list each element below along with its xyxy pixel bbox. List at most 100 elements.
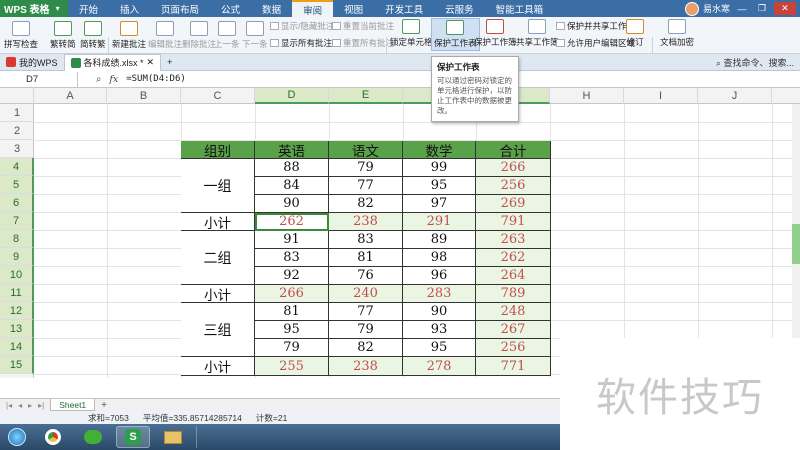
tab-home[interactable]: 开始 xyxy=(68,0,109,17)
protect-and-share-button[interactable]: 保护并共享工作簿 xyxy=(556,20,635,32)
tab-page-layout[interactable]: 页面布局 xyxy=(150,0,210,17)
score-cell[interactable]: 95 xyxy=(255,321,329,339)
score-cell[interactable]: 98 xyxy=(403,249,476,267)
zoom-icon[interactable]: ⌕ xyxy=(96,74,101,85)
minimize-icon[interactable]: — xyxy=(734,2,750,15)
row-header[interactable]: 4 xyxy=(0,158,34,176)
score-cell[interactable]: 82 xyxy=(329,195,403,213)
score-cell[interactable]: 89 xyxy=(403,231,476,249)
row-total-cell[interactable]: 264 xyxy=(476,267,551,285)
row-total-cell[interactable]: 256 xyxy=(476,339,551,357)
score-cell[interactable]: 93 xyxy=(403,321,476,339)
select-all-corner[interactable] xyxy=(0,88,34,104)
taskbar-wps-spreadsheet[interactable]: S xyxy=(116,426,150,448)
score-cell[interactable]: 83 xyxy=(255,249,329,267)
score-cell[interactable]: 79 xyxy=(329,321,403,339)
score-cell[interactable]: 84 xyxy=(255,177,329,195)
edit-comment-button[interactable]: 编辑批注 xyxy=(148,21,182,50)
name-box[interactable]: D7 xyxy=(0,71,78,87)
new-comment-button[interactable]: 新建批注 xyxy=(112,21,146,50)
subtotal-cell[interactable]: 238 xyxy=(329,213,403,231)
doc-encrypt-button[interactable]: 文档加密 xyxy=(660,19,694,48)
score-cell[interactable]: 83 xyxy=(329,231,403,249)
worksheet[interactable]: 组别 英语 语文 数学 合计 一组 88 79 99 266 84 77 95 … xyxy=(34,104,800,378)
subtotal-cell[interactable]: 291 xyxy=(403,213,476,231)
delete-comment-button[interactable]: 删除批注 xyxy=(182,21,216,50)
score-cell[interactable]: 95 xyxy=(403,177,476,195)
header-total[interactable]: 合计 xyxy=(476,141,551,160)
subtotal-cell[interactable]: 789 xyxy=(476,285,551,303)
subtotal-label[interactable]: 小计 xyxy=(181,213,255,232)
score-cell[interactable]: 95 xyxy=(403,339,476,357)
row-header[interactable]: 14 xyxy=(0,338,34,356)
sheet-tab-sheet1[interactable]: Sheet1 xyxy=(50,399,96,411)
track-changes-button[interactable]: 修订 xyxy=(626,19,644,48)
row-header[interactable]: 10 xyxy=(0,266,34,284)
column-header-c[interactable]: C xyxy=(181,88,255,104)
group-name-cell[interactable]: 二组 xyxy=(181,231,255,285)
show-hide-comment-button[interactable]: 显示/隐藏批注 xyxy=(270,20,334,32)
subtotal-cell[interactable]: 238 xyxy=(329,357,403,376)
row-header[interactable]: 12 xyxy=(0,302,34,320)
user-name[interactable]: 易水寒 xyxy=(703,2,730,15)
scrollbar-thumb[interactable] xyxy=(792,224,800,264)
subtotal-cell[interactable]: 771 xyxy=(476,357,551,376)
prev-sheet-icon[interactable]: ◂ xyxy=(18,401,22,410)
fx-icon[interactable]: fx xyxy=(109,74,118,85)
score-cell[interactable]: 96 xyxy=(403,267,476,285)
subtotal-cell[interactable]: 791 xyxy=(476,213,551,231)
column-header-a[interactable]: A xyxy=(34,88,107,104)
doc-tab-home[interactable]: 我的WPS xyxy=(0,54,64,71)
tab-insert[interactable]: 插入 xyxy=(109,0,150,17)
score-cell[interactable]: 77 xyxy=(329,303,403,321)
row-header[interactable]: 9 xyxy=(0,248,34,266)
close-tab-icon[interactable]: ✕ xyxy=(147,57,155,68)
maximize-icon[interactable]: ❐ xyxy=(754,2,770,15)
taskbar-file-explorer[interactable] xyxy=(156,426,190,448)
header-group[interactable]: 组别 xyxy=(181,141,255,160)
taskbar-chrome[interactable] xyxy=(36,426,70,448)
group-name-cell[interactable]: 三组 xyxy=(181,303,255,357)
avatar[interactable] xyxy=(684,1,699,16)
doc-tab-file[interactable]: 各科成绩.xlsx * ✕ xyxy=(63,53,162,71)
next-comment-button[interactable]: 下一条 xyxy=(242,21,268,50)
score-cell[interactable]: 81 xyxy=(329,249,403,267)
subtotal-cell[interactable]: 255 xyxy=(255,357,329,376)
score-cell[interactable]: 81 xyxy=(255,303,329,321)
row-header[interactable]: 3 xyxy=(0,140,34,158)
close-icon[interactable]: ✕ xyxy=(774,2,796,15)
score-cell[interactable]: 91 xyxy=(255,231,329,249)
lock-cell-button[interactable]: 锁定单元格 xyxy=(390,19,433,48)
column-header-d[interactable]: D xyxy=(255,88,329,104)
spell-check-button[interactable]: 拼写检查 xyxy=(4,21,38,50)
header-english[interactable]: 英语 xyxy=(255,141,329,160)
score-cell[interactable]: 97 xyxy=(403,195,476,213)
row-header[interactable]: 15 xyxy=(0,356,34,374)
first-sheet-icon[interactable]: |◂ xyxy=(6,401,12,410)
formula-input[interactable]: =SUM(D4:D6) xyxy=(126,74,186,84)
subtotal-cell[interactable]: 266 xyxy=(255,285,329,303)
command-search[interactable]: ⌕ 查找命令、搜索... xyxy=(716,56,800,69)
row-total-cell[interactable]: 256 xyxy=(476,177,551,195)
row-total-cell[interactable]: 267 xyxy=(476,321,551,339)
score-cell[interactable]: 76 xyxy=(329,267,403,285)
protect-workbook-button[interactable]: 保护工作簿 xyxy=(474,19,517,48)
score-cell[interactable]: 88 xyxy=(255,159,329,177)
start-button[interactable] xyxy=(4,426,30,448)
tab-data[interactable]: 数据 xyxy=(251,0,292,17)
score-cell[interactable]: 90 xyxy=(255,195,329,213)
row-header[interactable]: 5 xyxy=(0,176,34,194)
header-math[interactable]: 数学 xyxy=(403,141,476,160)
prev-comment-button[interactable]: 上一条 xyxy=(214,21,240,50)
row-total-cell[interactable]: 263 xyxy=(476,231,551,249)
subtotal-cell-active[interactable]: 262 xyxy=(255,213,329,231)
group-name-cell[interactable]: 一组 xyxy=(181,159,255,213)
row-header[interactable]: 7 xyxy=(0,212,34,230)
subtotal-cell[interactable]: 283 xyxy=(403,285,476,303)
add-sheet-button[interactable]: + xyxy=(101,400,107,411)
score-cell[interactable]: 77 xyxy=(329,177,403,195)
row-header[interactable]: 6 xyxy=(0,194,34,212)
last-sheet-icon[interactable]: ▸| xyxy=(38,401,44,410)
row-total-cell[interactable]: 269 xyxy=(476,195,551,213)
score-cell[interactable]: 90 xyxy=(403,303,476,321)
